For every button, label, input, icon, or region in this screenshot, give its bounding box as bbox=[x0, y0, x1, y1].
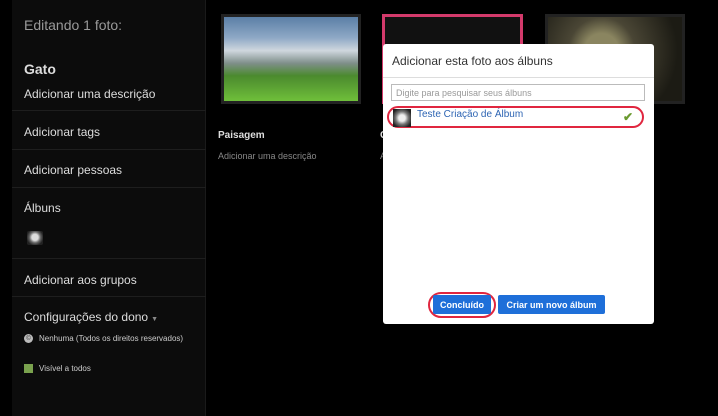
copyright-icon: © bbox=[24, 334, 33, 343]
done-button[interactable]: Concluído bbox=[433, 295, 491, 314]
album-name: Teste Criação de Álbum bbox=[417, 109, 524, 120]
photo-thumbnail-landscape[interactable] bbox=[221, 14, 361, 104]
create-album-button[interactable]: Criar um novo álbum bbox=[498, 295, 605, 314]
sidebar-heading: Editando 1 foto: bbox=[24, 17, 123, 33]
photo-caption-description[interactable]: Adicionar uma descrição bbox=[218, 151, 317, 161]
add-to-albums-dialog: Adicionar esta foto aos álbuns Teste Cri… bbox=[383, 44, 654, 324]
license-setting[interactable]: © Nenhuma (Todos os direitos reservados) bbox=[24, 334, 183, 343]
divider bbox=[12, 296, 206, 297]
add-groups-link[interactable]: Adicionar aos grupos bbox=[24, 273, 137, 287]
divider bbox=[12, 149, 206, 150]
edit-sidebar: Editando 1 foto: Gato Adicionar uma desc… bbox=[12, 0, 206, 416]
photo-title-field[interactable]: Gato bbox=[24, 61, 56, 77]
owner-settings-label: Configurações do dono bbox=[24, 310, 149, 324]
album-search-input[interactable] bbox=[391, 84, 645, 101]
divider bbox=[12, 258, 206, 259]
caret-down-icon: ▼ bbox=[151, 316, 159, 323]
albums-label[interactable]: Álbuns bbox=[24, 201, 61, 215]
owner-settings-toggle[interactable]: Configurações do dono ▼ bbox=[24, 310, 158, 324]
photo-caption-title[interactable]: Paisagem bbox=[218, 130, 265, 141]
visibility-icon bbox=[24, 364, 33, 373]
album-thumbnail bbox=[393, 109, 411, 127]
dialog-title: Adicionar esta foto aos álbuns bbox=[392, 54, 553, 68]
license-label: Nenhuma (Todos os direitos reservados) bbox=[39, 334, 184, 343]
album-list-item[interactable]: Teste Criação de Álbum ✔ bbox=[387, 106, 644, 128]
dialog-divider bbox=[383, 77, 654, 78]
divider bbox=[12, 110, 206, 111]
visibility-label: Visível a todos bbox=[39, 364, 91, 373]
add-description-link[interactable]: Adicionar uma descrição bbox=[24, 87, 155, 101]
divider bbox=[12, 187, 206, 188]
visibility-setting[interactable]: Visível a todos bbox=[24, 364, 91, 373]
album-thumbnail[interactable] bbox=[27, 231, 43, 245]
add-people-link[interactable]: Adicionar pessoas bbox=[24, 163, 122, 177]
add-tags-link[interactable]: Adicionar tags bbox=[24, 125, 100, 139]
check-icon: ✔ bbox=[622, 110, 633, 124]
